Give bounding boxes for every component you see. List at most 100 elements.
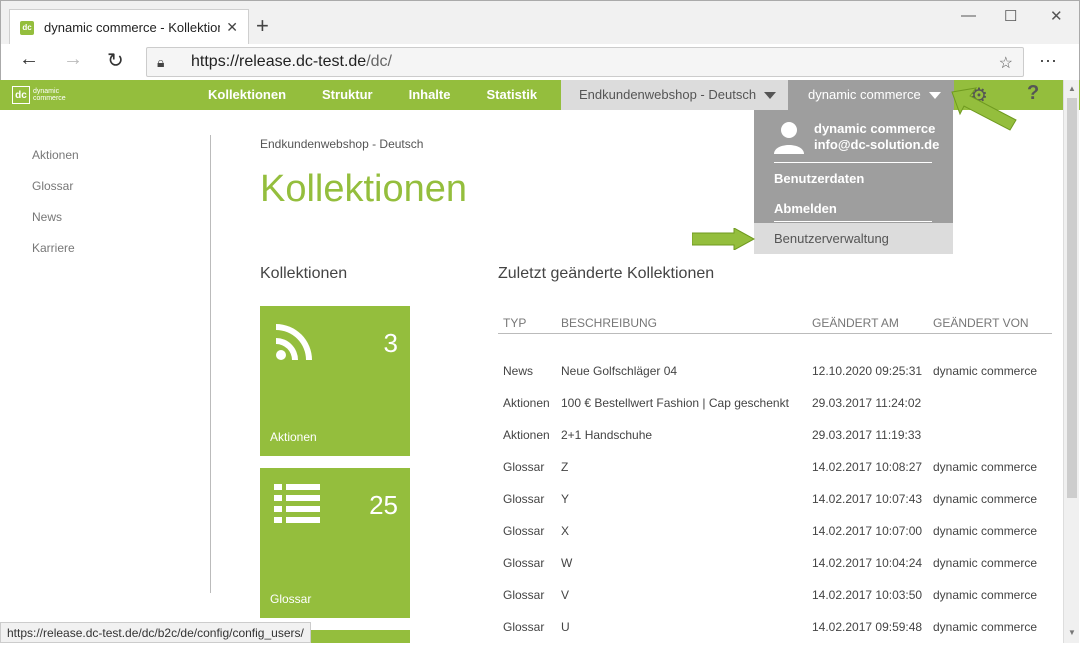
url-host: https://release.dc-test.de [191, 53, 367, 70]
tile-aktionen[interactable]: 3 Aktionen [260, 306, 410, 456]
scrollbar-thumb[interactable] [1067, 98, 1077, 498]
cell-geaendert-von: dynamic commerce [933, 620, 1038, 634]
col-beschreibung[interactable]: BESCHREIBUNG [561, 316, 657, 330]
tab-title: dynamic commerce - Kollektione [44, 20, 221, 35]
table-row[interactable]: Glossar V 14.02.2017 10:03:50 dynamic comme… [498, 588, 1058, 620]
cell-beschreibung: 100 € Bestellwert Fashion | Cap geschenk… [561, 396, 789, 410]
shop-selector[interactable]: Endkundenwebshop - Deutsch [561, 80, 788, 110]
cell-geaendert-von: dynamic commerce [933, 556, 1038, 570]
table-row[interactable]: News Neue Golfschläger 04 12.10.2020 09:25… [498, 364, 1058, 396]
new-tab-icon[interactable]: + [256, 13, 269, 39]
sidebar-item-aktionen[interactable]: Aktionen [32, 148, 79, 179]
lock-icon: 🔒︎ [157, 53, 165, 70]
user-menu-toggle[interactable]: dynamic commerce [788, 80, 954, 110]
table-row[interactable]: Aktionen 100 € Bestellwert Fashion | Cap … [498, 396, 1058, 428]
user-menu-label: dynamic commerce [808, 87, 921, 102]
cell-geaendert-am: 12.10.2020 09:25:31 [812, 364, 923, 378]
shop-selector-label: Endkundenwebshop - Deutsch [579, 87, 757, 102]
sidebar-item-news[interactable]: News [32, 210, 79, 241]
page-title: Kollektionen [260, 168, 468, 210]
cell-beschreibung: U [561, 620, 570, 634]
cell-typ: Glossar [503, 492, 545, 506]
maximize-icon[interactable]: ☐ [1004, 7, 1017, 25]
tile-label: Aktionen [270, 430, 317, 444]
scroll-up-icon[interactable]: ▲ [1068, 84, 1076, 93]
close-tab-icon[interactable]: ✕ [226, 19, 238, 36]
address-row: ← → ↻ 🔒︎ https://release.dc-test.de/dc/ … [0, 44, 1080, 80]
list-icon [274, 484, 320, 523]
logo-mark-icon: dc [12, 86, 30, 104]
cell-geaendert-am: 14.02.2017 10:07:00 [812, 524, 923, 538]
cell-beschreibung: V [561, 588, 570, 602]
sidebar-item-karriere[interactable]: Karriere [32, 241, 79, 272]
table-row[interactable]: Glossar Z 14.02.2017 10:08:27 dynamic comme… [498, 460, 1058, 492]
chevron-down-icon [928, 92, 941, 100]
recent-collections-heading: Zuletzt geänderte Kollektionen [498, 265, 715, 282]
menu-item-benutzerdaten[interactable]: Benutzerdaten [774, 171, 864, 186]
favicon-icon: dc [20, 20, 34, 35]
menu-item-abmelden[interactable]: Abmelden [774, 201, 837, 216]
cell-typ: News [503, 364, 534, 378]
nav-inhalte[interactable]: Inhalte [391, 80, 469, 110]
col-geaendert-von[interactable]: GEÄNDERT VON [933, 316, 1029, 330]
cell-geaendert-am: 29.03.2017 11:24:02 [812, 396, 922, 410]
url-path: /dc/ [366, 53, 392, 70]
scroll-down-icon[interactable]: ▼ [1068, 628, 1076, 637]
address-bar[interactable]: 🔒︎ https://release.dc-test.de/dc/ ☆ [146, 47, 1024, 77]
rss-icon [276, 324, 312, 360]
cell-geaendert-am: 14.02.2017 10:04:24 [812, 556, 923, 570]
cell-geaendert-von: dynamic commerce [933, 460, 1038, 474]
nav-statistik[interactable]: Statistik [468, 80, 555, 110]
annotation-arrow-icon [692, 228, 756, 250]
user-dropdown-menu: dynamic commerce info@dc-solution.de Ben… [754, 110, 953, 254]
user-name: dynamic commerce [814, 121, 936, 136]
main-nav: Kollektionen Struktur Inhalte Statistik [190, 80, 555, 110]
table-row[interactable]: Glossar Y 14.02.2017 10:07:43 dynamic comme… [498, 492, 1058, 524]
table-row[interactable]: Glossar X 14.02.2017 10:07:00 dynamic comme… [498, 524, 1058, 556]
favorite-star-icon[interactable]: ☆ [999, 53, 1013, 73]
table-row[interactable]: Glossar U 14.02.2017 09:59:48 dynamic comme… [498, 620, 1058, 652]
app-header: dc dynamic commerce Kollektionen Struktur… [0, 80, 1080, 110]
more-menu-icon[interactable]: ··· [1039, 50, 1057, 71]
tile-label: Glossar [270, 592, 312, 606]
col-typ[interactable]: TYP [503, 316, 526, 330]
sidebar-item-glossar[interactable]: Glossar [32, 179, 79, 210]
cell-typ: Glossar [503, 524, 545, 538]
help-icon[interactable]: ? [1027, 82, 1039, 105]
nav-kollektionen[interactable]: Kollektionen [190, 80, 304, 110]
table-row[interactable]: Aktionen 2+1 Handschuhe 29.03.2017 11:19:3… [498, 428, 1058, 460]
forward-icon[interactable]: → [63, 48, 83, 71]
chevron-down-icon [764, 92, 777, 100]
tile-count: 25 [369, 490, 398, 520]
table-row[interactable]: Glossar W 14.02.2017 10:04:24 dynamic comme… [498, 556, 1058, 588]
logo[interactable]: dc dynamic commerce [12, 86, 66, 104]
page-scrollbar[interactable]: ▲ ▼ [1063, 80, 1079, 643]
back-icon[interactable]: ← [19, 48, 39, 71]
reload-icon[interactable]: ↻ [107, 48, 124, 73]
table-header: TYP BESCHREIBUNG GEÄNDERT AM GEÄNDERT VO… [498, 314, 1052, 334]
cell-geaendert-am: 14.02.2017 09:59:48 [812, 620, 923, 634]
cell-typ: Aktionen [503, 428, 550, 442]
cell-beschreibung: X [561, 524, 570, 538]
window-close-icon[interactable]: ✕ [1050, 7, 1063, 25]
nav-struktur[interactable]: Struktur [304, 80, 391, 110]
cell-beschreibung: Neue Golfschläger 04 [561, 364, 678, 378]
cell-geaendert-am: 14.02.2017 10:07:43 [812, 492, 923, 506]
breadcrumb: Endkundenwebshop - Deutsch [260, 137, 424, 151]
sidebar-divider [210, 135, 211, 593]
tile-glossar[interactable]: 25 Glossar [260, 468, 410, 618]
browser-tab[interactable]: dc dynamic commerce - Kollektione ✕ [9, 9, 249, 45]
cell-geaendert-am: 14.02.2017 10:08:27 [812, 460, 923, 474]
annotation-arrow-icon [951, 87, 1017, 131]
cell-geaendert-von: dynamic commerce [933, 588, 1038, 602]
cell-geaendert-von: dynamic commerce [933, 524, 1038, 538]
cell-beschreibung: Y [561, 492, 570, 506]
col-geaendert-am[interactable]: GEÄNDERT AM [812, 316, 899, 330]
minimize-icon[interactable]: — [961, 7, 976, 24]
logo-text-1: dynamic [33, 88, 60, 95]
cell-beschreibung: W [561, 556, 573, 570]
cell-typ: Aktionen [503, 396, 550, 410]
user-email: info@dc-solution.de [814, 137, 940, 152]
menu-item-benutzerverwaltung[interactable]: Benutzerverwaltung [754, 223, 953, 254]
cell-beschreibung: 2+1 Handschuhe [561, 428, 653, 442]
